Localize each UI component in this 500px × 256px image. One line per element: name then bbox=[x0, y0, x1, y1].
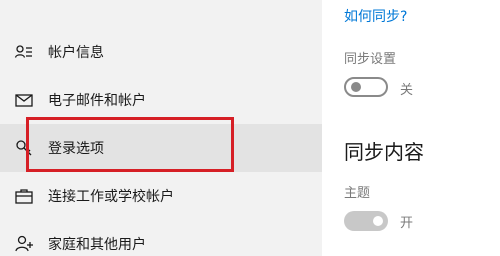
mail-icon bbox=[14, 90, 34, 110]
nav-item-label: 家庭和其他用户 bbox=[48, 237, 146, 253]
briefcase-icon bbox=[14, 186, 34, 206]
how-to-sync-link[interactable]: 如何同步? bbox=[344, 6, 407, 26]
sync-settings-pane: 如何同步? 同步设置 关 同步内容 主题 开 bbox=[322, 0, 500, 256]
sync-settings-label: 同步设置 bbox=[344, 52, 397, 67]
user-info-icon bbox=[14, 42, 34, 62]
nav-item-account-info[interactable]: 帐户信息 bbox=[0, 28, 322, 76]
nav-item-label: 电子邮件和帐户 bbox=[48, 93, 146, 109]
theme-label: 主题 bbox=[344, 186, 371, 201]
sync-settings-state: 关 bbox=[400, 83, 414, 98]
toggle-knob bbox=[373, 216, 383, 226]
theme-toggle[interactable] bbox=[344, 211, 388, 231]
nav-item-sign-in-options[interactable]: 登录选项 bbox=[0, 124, 322, 172]
sync-settings-toggle[interactable] bbox=[344, 77, 388, 97]
sync-content-title: 同步内容 bbox=[344, 140, 424, 164]
accounts-nav: 帐户信息 电子邮件和帐户 登录选项 连接工作或学校帐户 家庭和其他用户 bbox=[0, 0, 322, 256]
theme-state: 开 bbox=[400, 216, 414, 231]
nav-item-label: 连接工作或学校帐户 bbox=[48, 189, 174, 205]
key-icon bbox=[14, 138, 34, 158]
nav-item-email-accounts[interactable]: 电子邮件和帐户 bbox=[0, 76, 322, 124]
nav-item-label: 帐户信息 bbox=[48, 45, 104, 61]
nav-item-label: 登录选项 bbox=[48, 141, 104, 157]
add-user-icon bbox=[14, 234, 34, 254]
nav-item-work-school[interactable]: 连接工作或学校帐户 bbox=[0, 172, 322, 220]
nav-item-family-users[interactable]: 家庭和其他用户 bbox=[0, 220, 322, 256]
toggle-knob bbox=[351, 82, 361, 92]
settings-window: 帐户信息 电子邮件和帐户 登录选项 连接工作或学校帐户 家庭和其他用户 如何同步… bbox=[0, 0, 500, 256]
